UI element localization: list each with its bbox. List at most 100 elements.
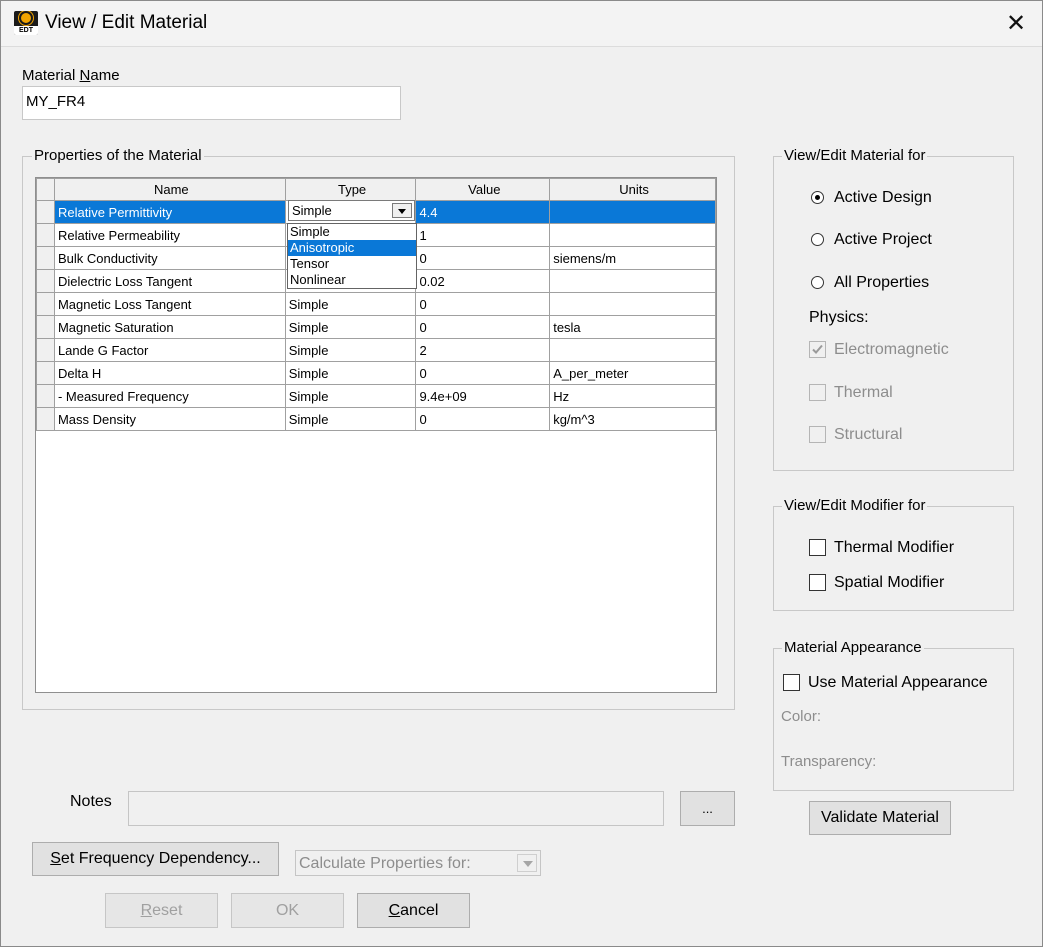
dropdown-option-nonlinear[interactable]: Nonlinear bbox=[288, 272, 416, 288]
dropdown-option-anisotropic[interactable]: Anisotropic bbox=[288, 240, 416, 256]
checkbox-label-structural[interactable]: Structural bbox=[834, 426, 902, 444]
row-header[interactable] bbox=[36, 246, 55, 270]
cell-units[interactable] bbox=[549, 200, 716, 224]
checkbox-spatial-modifier[interactable] bbox=[809, 574, 826, 591]
table-row[interactable]: Magnetic Loss Tangent Simple 0 bbox=[36, 292, 716, 316]
ok-button[interactable]: OK bbox=[231, 893, 344, 928]
reset-button[interactable]: Reset bbox=[105, 893, 218, 928]
cell-type[interactable]: Simple bbox=[284, 384, 417, 408]
table-header-row: Name Type Value Units bbox=[36, 178, 716, 201]
row-header[interactable] bbox=[36, 223, 55, 247]
cell-type[interactable]: Simple bbox=[284, 292, 417, 316]
physics-label: Physics: bbox=[809, 309, 869, 326]
cell-name[interactable]: Relative Permittivity bbox=[53, 200, 286, 224]
cell-value[interactable]: 0 bbox=[415, 315, 551, 339]
checkbox-thermal-modifier[interactable] bbox=[809, 539, 826, 556]
checkbox-label-spatial-modifier[interactable]: Spatial Modifier bbox=[834, 574, 944, 592]
checkbox-label-thermal[interactable]: Thermal bbox=[834, 384, 893, 402]
radio-label-active-project[interactable]: Active Project bbox=[834, 231, 932, 249]
cell-value[interactable]: 0 bbox=[415, 361, 551, 385]
table-row[interactable]: Mass Density Simple 0 kg/m^3 bbox=[36, 407, 716, 431]
cell-units[interactable] bbox=[549, 269, 716, 293]
cell-name[interactable]: Relative Permeability bbox=[53, 223, 286, 247]
calculate-properties-select[interactable]: Calculate Properties for: bbox=[295, 850, 541, 876]
notes-browse-button[interactable]: ... bbox=[680, 791, 735, 826]
cell-value[interactable]: 0 bbox=[415, 292, 551, 316]
cell-value[interactable]: 1 bbox=[415, 223, 551, 247]
validate-material-button[interactable]: Validate Material bbox=[809, 801, 951, 835]
checkbox-label-thermal-modifier[interactable]: Thermal Modifier bbox=[834, 539, 954, 557]
checkbox-structural[interactable] bbox=[809, 426, 826, 443]
row-header[interactable] bbox=[36, 269, 55, 293]
cell-value[interactable]: 0 bbox=[415, 246, 551, 270]
type-dropdown-list[interactable]: Simple Anisotropic Tensor Nonlinear bbox=[287, 223, 417, 289]
row-header[interactable] bbox=[36, 384, 55, 408]
cell-type[interactable]: Simple bbox=[284, 315, 417, 339]
close-icon[interactable]: ✕ bbox=[991, 1, 1041, 46]
dropdown-option-simple[interactable]: Simple bbox=[288, 224, 416, 240]
cell-name[interactable]: Mass Density bbox=[53, 407, 286, 431]
cell-units[interactable]: A_per_meter bbox=[549, 361, 716, 385]
material-name-label: Material Name bbox=[22, 67, 120, 84]
column-header-units[interactable]: Units bbox=[549, 178, 716, 201]
cell-value[interactable]: 4.4 bbox=[415, 200, 551, 224]
view-edit-modifier-for-title: View/Edit Modifier for bbox=[782, 497, 928, 514]
table-row[interactable]: Magnetic Saturation Simple 0 tesla bbox=[36, 315, 716, 339]
chevron-down-icon[interactable] bbox=[392, 203, 412, 218]
row-header[interactable] bbox=[36, 338, 55, 362]
cell-units[interactable] bbox=[549, 223, 716, 247]
row-header[interactable] bbox=[36, 200, 55, 224]
table-row[interactable]: Delta H Simple 0 A_per_meter bbox=[36, 361, 716, 385]
cell-name[interactable]: Delta H bbox=[53, 361, 286, 385]
cell-name[interactable]: Bulk Conductivity bbox=[53, 246, 286, 270]
table-row[interactable]: Lande G Factor Simple 2 bbox=[36, 338, 716, 362]
radio-active-design[interactable] bbox=[811, 191, 824, 204]
cell-units[interactable]: kg/m^3 bbox=[549, 407, 716, 431]
color-label: Color: bbox=[781, 708, 822, 725]
cell-units[interactable]: tesla bbox=[549, 315, 716, 339]
radio-label-active-design[interactable]: Active Design bbox=[834, 189, 932, 207]
radio-label-all-properties[interactable]: All Properties bbox=[834, 274, 929, 292]
app-icon: EDT bbox=[14, 11, 38, 35]
checkbox-label-electromagnetic[interactable]: Electromagnetic bbox=[834, 341, 949, 359]
set-frequency-dependency-button[interactable]: Set Frequency Dependency... bbox=[32, 842, 279, 876]
cell-units[interactable]: siemens/m bbox=[549, 246, 716, 270]
properties-group-title: Properties of the Material bbox=[32, 147, 204, 164]
type-combobox[interactable]: Simple bbox=[288, 200, 415, 221]
radio-active-project[interactable] bbox=[811, 233, 824, 246]
checkbox-use-material-appearance[interactable] bbox=[783, 674, 800, 691]
cell-value[interactable]: 0 bbox=[415, 407, 551, 431]
cell-type[interactable]: Simple bbox=[284, 407, 417, 431]
cell-name[interactable]: Lande G Factor bbox=[53, 338, 286, 362]
cell-name[interactable]: Dielectric Loss Tangent bbox=[53, 269, 286, 293]
column-header-value[interactable]: Value bbox=[415, 178, 551, 201]
cell-units[interactable]: Hz bbox=[549, 384, 716, 408]
cell-name[interactable]: - Measured Frequency bbox=[53, 384, 286, 408]
cell-type[interactable]: Simple bbox=[284, 361, 417, 385]
material-name-input[interactable]: MY_FR4 bbox=[22, 86, 401, 120]
column-header-type[interactable]: Type bbox=[284, 178, 417, 201]
notes-field[interactable] bbox=[128, 791, 664, 826]
cell-name[interactable]: Magnetic Loss Tangent bbox=[53, 292, 286, 316]
table-row[interactable]: - Measured Frequency Simple 9.4e+09 Hz bbox=[36, 384, 716, 408]
cell-value[interactable]: 9.4e+09 bbox=[415, 384, 551, 408]
radio-all-properties[interactable] bbox=[811, 276, 824, 289]
cell-units[interactable] bbox=[549, 292, 716, 316]
row-header[interactable] bbox=[36, 407, 55, 431]
row-header[interactable] bbox=[36, 292, 55, 316]
cancel-button[interactable]: Cancel bbox=[357, 893, 470, 928]
checkbox-electromagnetic[interactable] bbox=[809, 341, 826, 358]
column-header-name[interactable]: Name bbox=[53, 178, 286, 201]
cell-type[interactable]: Simple bbox=[284, 338, 417, 362]
checkbox-thermal[interactable] bbox=[809, 384, 826, 401]
cell-value[interactable]: 2 bbox=[415, 338, 551, 362]
cell-name[interactable]: Magnetic Saturation bbox=[53, 315, 286, 339]
row-header[interactable] bbox=[36, 315, 55, 339]
cell-value[interactable]: 0.02 bbox=[415, 269, 551, 293]
row-header[interactable] bbox=[36, 361, 55, 385]
checkbox-label-use-material-appearance[interactable]: Use Material Appearance bbox=[808, 674, 988, 692]
title-bar[interactable]: EDT View / Edit Material ✕ bbox=[1, 1, 1042, 47]
dropdown-option-tensor[interactable]: Tensor bbox=[288, 256, 416, 272]
view-edit-material-for-title: View/Edit Material for bbox=[782, 147, 928, 164]
cell-units[interactable] bbox=[549, 338, 716, 362]
